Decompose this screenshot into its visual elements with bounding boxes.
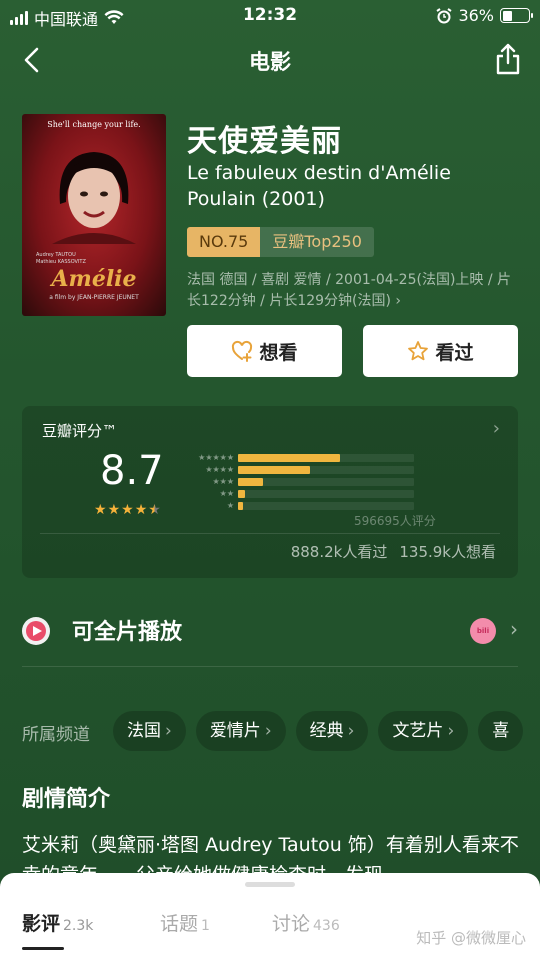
star-icon: ★ <box>107 502 121 518</box>
poster-credit: a film by JEAN-PIERRE JEUNET <box>49 294 139 301</box>
channel-chip[interactable]: 文艺片 › <box>378 711 469 751</box>
channel-chip[interactable]: 法国 › <box>113 711 186 751</box>
distribution-fill <box>238 454 341 462</box>
distribution-row: ★ <box>184 500 414 512</box>
star-outline-icon <box>408 341 429 361</box>
star-icon: ★ <box>94 502 107 518</box>
star-level-icon: ★★★★★ <box>198 453 234 462</box>
play-full-label: 可全片播放 <box>72 620 183 645</box>
chevron-right-icon: › <box>510 617 518 641</box>
poster-logo: Amélie <box>51 266 137 292</box>
channel-chip[interactable]: 喜 <box>478 711 524 751</box>
poster-portrait <box>52 152 136 244</box>
want-label: 想看 <box>259 341 298 364</box>
tab-reviews[interactable]: 影评 2.3k <box>22 909 93 936</box>
distribution-bar <box>238 490 414 498</box>
distribution-row: ★★★★★ <box>184 452 414 464</box>
rating-count: 596695人评分 <box>354 514 436 528</box>
star-level-icon: ★★★ <box>212 477 234 486</box>
distribution-bar <box>238 466 414 474</box>
distribution-fill <box>238 490 246 498</box>
share-icon[interactable] <box>492 42 524 76</box>
star-level-icon: ★★★★ <box>205 465 234 474</box>
distribution-bar <box>238 478 414 486</box>
divider <box>22 666 518 667</box>
tab-discussions[interactable]: 讨论 436 <box>272 909 340 936</box>
tab-topics[interactable]: 话题 1 <box>160 909 210 936</box>
poster-cast-1: Audrey TAUTOU <box>36 252 76 258</box>
rating-distribution: ★★★★★ ★★★★ ★★★ ★★ ★ <box>184 452 414 512</box>
star-icon: ★ <box>148 502 161 518</box>
chevron-right-icon: › <box>347 721 355 741</box>
movie-meta[interactable]: 法国 德国 / 喜剧 爱情 / 2001-04-25(法国)上映 / 片长122… <box>187 270 517 312</box>
synopsis-title: 剧情简介 <box>22 787 111 812</box>
distribution-bar <box>238 454 414 462</box>
bottom-sheet[interactable]: 影评 2.3k 话题 1 讨论 436 知乎 @微微厘心 <box>0 873 540 960</box>
rating-card[interactable]: 豆瓣评分™ › 8.7 ★ ★ ★ ★ ★ ★★★★★ ★★★★ ★★★ ★★ ★ 596695… <box>22 406 518 578</box>
distribution-bar <box>238 502 414 510</box>
chevron-right-icon: › <box>447 721 455 741</box>
movie-poster[interactable]: She'll change your life. Audrey TAUTOU M… <box>22 114 166 316</box>
distribution-fill <box>238 478 263 486</box>
alarm-icon <box>436 7 452 23</box>
battery-icon <box>500 8 533 23</box>
distribution-row: ★★ <box>184 488 414 500</box>
heart-plus-icon <box>232 340 253 362</box>
watermark: 知乎 @微微厘心 <box>416 929 526 947</box>
drag-handle[interactable] <box>245 882 295 887</box>
top250-rank-badge[interactable]: NO.75 豆瓣Top250 <box>187 227 374 257</box>
screen: 中国联通 12:32 36% 电影 She'll change your lif… <box>0 0 540 960</box>
star-level-icon: ★★ <box>219 489 234 498</box>
movie-title: 天使爱美丽 <box>187 124 342 159</box>
want-to-watch-button[interactable]: 想看 <box>187 325 342 377</box>
bilibili-icon: bili <box>470 618 496 644</box>
battery-percent: 36% <box>458 6 494 25</box>
poster-tagline: She'll change your life. <box>47 120 141 129</box>
seen-count: 888.2k人看过 <box>290 543 388 561</box>
nav-bar: 电影 <box>0 36 540 86</box>
distribution-row: ★★★ <box>184 476 414 488</box>
star-level-icon: ★ <box>226 501 234 510</box>
watched-button[interactable]: 看过 <box>363 325 518 377</box>
want-count: 135.9k人想看 <box>399 543 496 561</box>
star-icon: ★ <box>121 502 134 518</box>
star-icon: ★ <box>134 502 148 518</box>
active-tab-indicator <box>22 947 64 950</box>
chevron-right-icon: › <box>492 418 500 439</box>
distribution-fill <box>238 466 311 474</box>
chevron-right-icon: › <box>264 721 272 741</box>
seen-label: 看过 <box>435 341 474 364</box>
rating-score: 8.7 <box>100 448 164 494</box>
channels-label: 所属频道 <box>22 725 90 745</box>
nav-title: 电影 <box>249 50 291 74</box>
channel-chip[interactable]: 经典 › <box>295 711 369 751</box>
poster-cast-2: Mathieu KASSOVITZ <box>36 259 86 265</box>
distribution-row: ★★★★ <box>184 464 414 476</box>
rating-stars: ★ ★ ★ ★ ★ <box>94 502 161 518</box>
chevron-right-icon: › <box>165 721 172 741</box>
rank-number: NO.75 <box>187 227 261 257</box>
rank-list-name: 豆瓣Top250 <box>260 227 374 257</box>
rating-label: 豆瓣评分™ <box>42 422 118 440</box>
play-full-row[interactable]: 可全片播放 bili › <box>22 610 518 650</box>
distribution-fill <box>238 502 244 510</box>
channel-chip[interactable]: 爱情片 › <box>195 711 286 751</box>
movie-original-title: Le fabuleux destin d'Amélie Poulain (200… <box>187 162 451 210</box>
divider <box>40 533 500 534</box>
status-bar: 中国联通 12:32 36% <box>0 0 540 30</box>
play-icon <box>22 617 50 645</box>
channel-chips: 法国 › 爱情片 › 经典 › 文艺片 › 喜 <box>113 711 524 751</box>
